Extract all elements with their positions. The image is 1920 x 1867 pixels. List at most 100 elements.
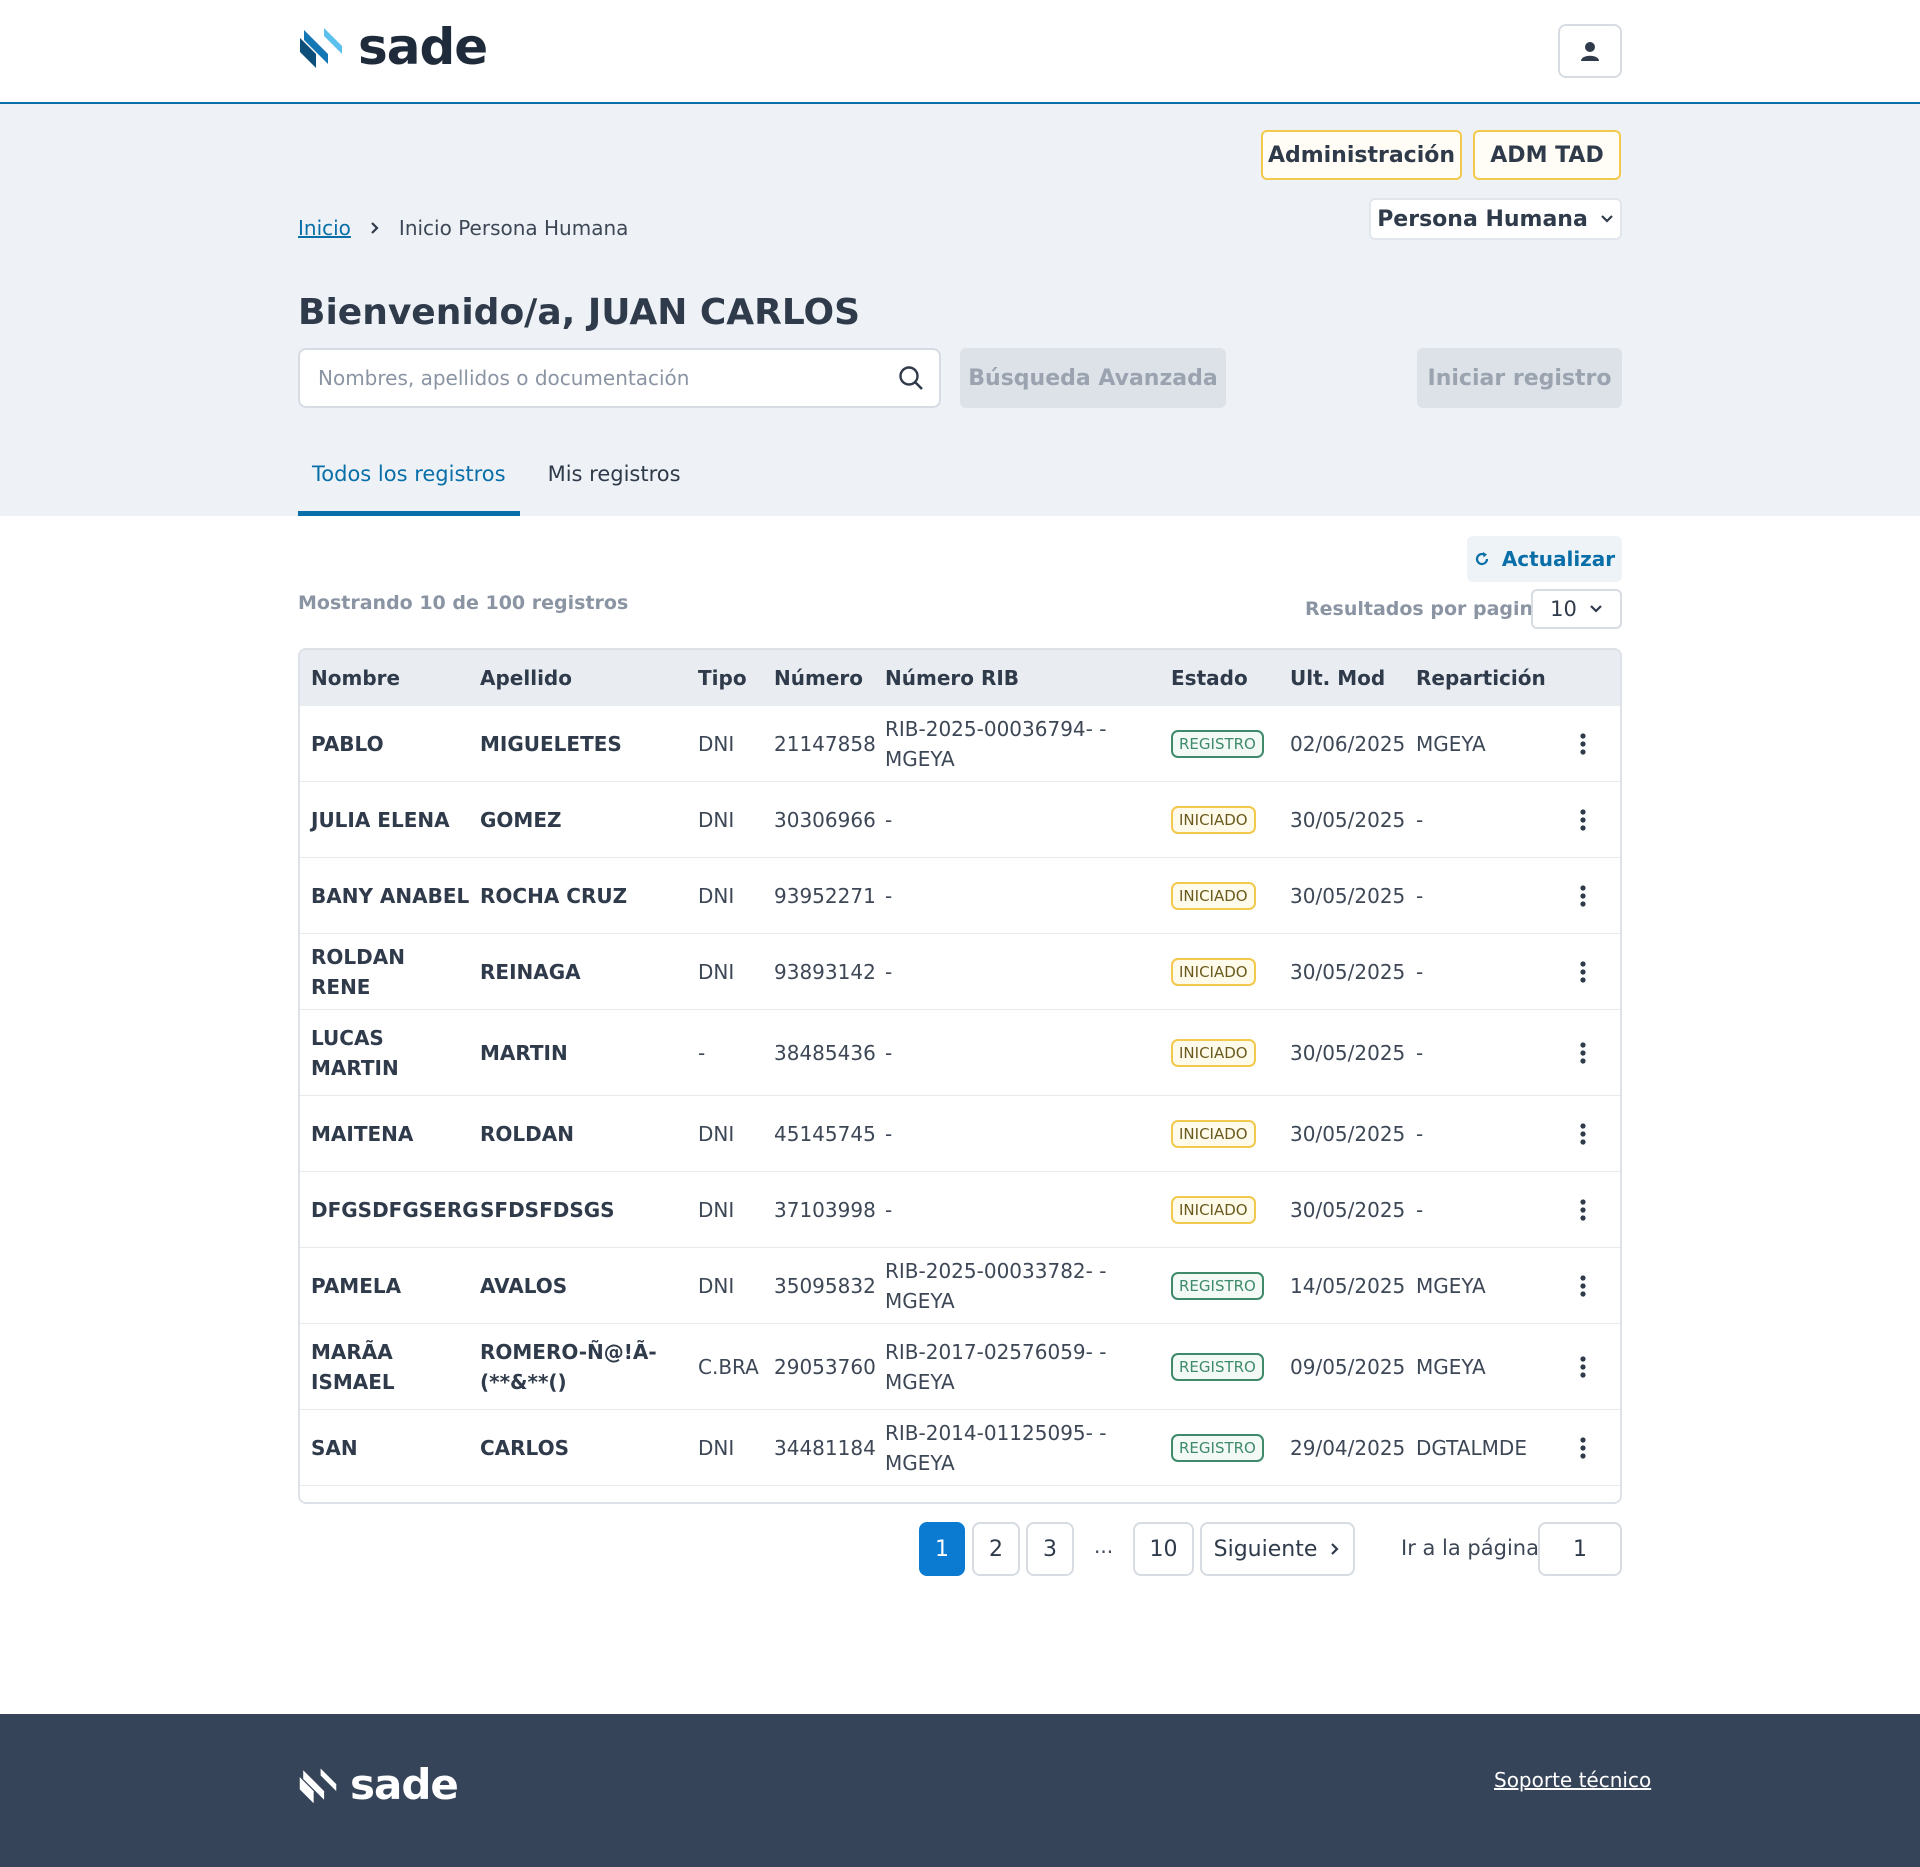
search-input[interactable] [300,350,870,406]
breadcrumb: Inicio Inicio Persona Humana [298,216,628,240]
table-row[interactable]: MARÃA ISMAEL ROMERO-Ñ@!Ã-(**&**() C.BRA 290… [300,1324,1620,1410]
persona-select[interactable]: Persona Humana [1369,198,1622,240]
logo-text: sade [358,18,488,76]
row-actions-button[interactable] [1579,1096,1587,1171]
table-row[interactable]: DFGSDFGSERG SFDSFDSGS DNI 37103998- INICIADO… [300,1172,1620,1248]
cell-mod: 09/05/2025 [1290,1354,1406,1379]
cell-mod: 29/04/2025 [1290,1435,1406,1460]
kebab-menu-icon [1580,1436,1586,1459]
cell-nombre: JULIA ELENA [311,807,450,832]
sade-logo-icon [299,1768,337,1804]
user-menu-button[interactable] [1558,24,1622,78]
goto-page-input[interactable]: 1 [1538,1522,1622,1576]
cell-estado: INICIADO [1171,782,1281,857]
table-row[interactable]: ROLDAN RENE REINAGA DNI 93893142- INICIADO 30… [300,934,1620,1010]
cell-rib: - [885,883,893,908]
table-row[interactable]: SAN CARLOS DNI 34481184 RIB-2014-01125095- -… [300,1410,1620,1486]
sade-logo-icon [300,28,342,68]
status-badge: INICIADO [1171,957,1256,986]
table-row[interactable]: LUCAS MARTIN MARTIN -38485436- INICIADO 30/0… [300,1010,1620,1096]
cell-nombre: PABLO [311,731,384,756]
row-actions-button[interactable] [1579,1410,1587,1485]
administracion-button[interactable]: Administración [1261,130,1462,180]
kebab-menu-icon [1580,808,1586,831]
kebab-menu-icon [1580,1122,1586,1145]
cell-reparticion: DGTALMDE [1416,1435,1527,1460]
page-1-button[interactable]: 1 [919,1522,965,1576]
breadcrumb-current: Inicio Persona Humana [398,216,629,240]
row-actions-button[interactable] [1579,1324,1587,1409]
column-header-tipo[interactable]: Tipo [698,650,747,706]
cell-rib: - [885,959,893,984]
search-box [298,348,941,408]
records-count: Mostrando 10 de 100 registros [298,592,629,614]
refresh-label: Actualizar [1501,547,1616,571]
cell-nombre: DFGSDFGSERG [311,1197,479,1222]
cell-tipo: DNI [698,959,735,984]
column-header-reparticion[interactable]: Repartición [1416,650,1546,706]
cell-numero: 38485436 [774,1040,876,1065]
tabs: Todos los registros Mis registros [298,450,695,516]
cell-mod: 30/05/2025 [1290,807,1406,832]
cell-nombre: MAITENA [311,1121,414,1146]
chevron-right-icon [371,222,379,234]
cell-estado: REGISTRO [1171,1324,1281,1409]
column-header-estado[interactable]: Estado [1171,650,1248,706]
cell-apellido: AVALOS [480,1273,568,1298]
row-actions-button[interactable] [1579,1248,1587,1323]
records-table: Nombre Apellido Tipo Número Número RIB E… [298,648,1622,1504]
cell-rib: - [885,1040,893,1065]
cell-mod: 14/05/2025 [1290,1273,1406,1298]
page-10-button[interactable]: 10 [1133,1522,1194,1576]
refresh-button[interactable]: Actualizar [1467,536,1622,582]
cell-tipo: DNI [698,1121,735,1146]
table-row[interactable]: BANY ANABEL ROCHA CRUZ DNI 93952271- INICIAD… [300,858,1620,934]
row-actions-button[interactable] [1579,1010,1587,1095]
cell-nombre: LUCAS MARTIN [311,1025,399,1080]
column-header-numero[interactable]: Número [774,650,863,706]
next-page-button[interactable]: Siguiente [1200,1522,1355,1576]
support-link[interactable]: Soporte técnico [1494,1768,1651,1792]
adm-tad-button[interactable]: ADM TAD [1473,130,1621,180]
persona-select-value: Persona Humana [1377,206,1588,232]
table-row[interactable]: MAITENA ROLDAN DNI 45145745- INICIADO 30/05/2… [300,1096,1620,1172]
top-header: sade [0,0,1920,104]
per-page-select[interactable]: 10 [1531,589,1622,629]
start-registration-button[interactable]: Iniciar registro [1417,348,1622,408]
table-row[interactable]: JULIA ELENA GOMEZ DNI 30306966- INICIADO 30/0… [300,782,1620,858]
cell-tipo: DNI [698,807,735,832]
column-header-numero-rib[interactable]: Número RIB [885,650,1019,706]
search-icon[interactable] [897,364,925,392]
status-badge: INICIADO [1171,1195,1256,1224]
advanced-search-button[interactable]: Búsqueda Avanzada [960,348,1226,408]
page-2-button[interactable]: 2 [972,1522,1020,1576]
cell-tipo: - [698,1040,706,1065]
row-actions-button[interactable] [1579,934,1587,1009]
cell-numero: 34481184 [774,1435,876,1460]
cell-reparticion: - [1416,1197,1424,1222]
cell-tipo: DNI [698,731,735,756]
cell-numero: 21147858 [774,731,876,756]
row-actions-button[interactable] [1579,782,1587,857]
row-actions-button[interactable] [1579,858,1587,933]
cell-mod: 30/05/2025 [1290,1040,1406,1065]
row-actions-button[interactable] [1579,1172,1587,1247]
cell-tipo: DNI [698,883,735,908]
chevron-right-icon [1331,1543,1339,1555]
table-row[interactable]: PAMELA AVALOS DNI 35095832 RIB-2025-00033782… [300,1248,1620,1324]
cell-estado: REGISTRO [1171,706,1281,781]
cell-estado: INICIADO [1171,1172,1281,1247]
header-logo[interactable]: sade [298,18,488,76]
row-actions-button[interactable] [1579,706,1587,781]
table-row[interactable]: PABLO MIGUELETES DNI 21147858 RIB-2025-00036… [300,706,1620,782]
cell-nombre: SAN [311,1435,358,1460]
page-3-button[interactable]: 3 [1026,1522,1074,1576]
breadcrumb-home-link[interactable]: Inicio [298,216,351,240]
column-header-ult-mod[interactable]: Ult. Mod [1290,650,1385,706]
column-header-apellido[interactable]: Apellido [480,650,572,706]
tab-mis-registros[interactable]: Mis registros [534,450,695,516]
cell-reparticion: - [1416,807,1424,832]
column-header-nombre[interactable]: Nombre [311,650,400,706]
footer-logo[interactable]: sade [298,1764,459,1806]
tab-todos-los-registros[interactable]: Todos los registros [298,450,520,516]
